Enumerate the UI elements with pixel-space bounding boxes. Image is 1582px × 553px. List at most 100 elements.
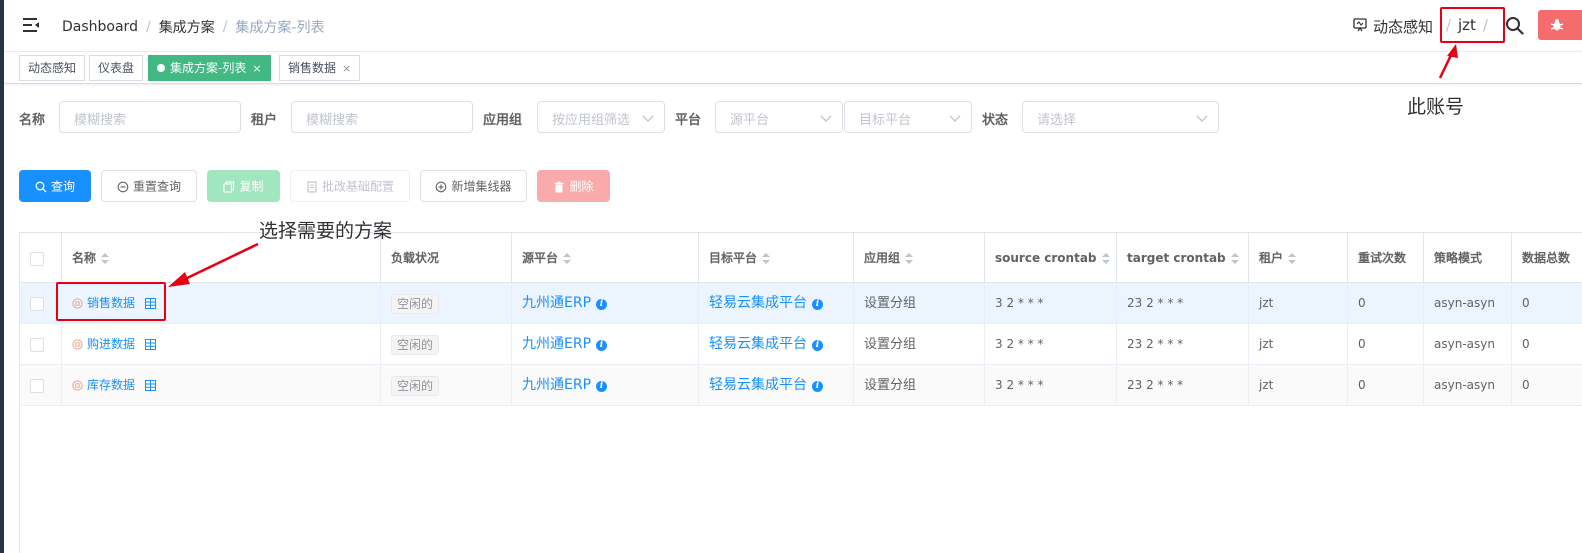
source-platform-link[interactable]: 九州通ERP <box>522 377 591 393</box>
column-title: 租户 <box>1259 251 1284 265</box>
table-row[interactable]: 购进数据 空闲的 九州通ERP i 轻易云集成平台 i 设置分组 3 2 * * *… <box>20 324 1582 365</box>
close-icon[interactable]: × <box>252 62 261 75</box>
column-header-target[interactable]: 目标平台 <box>699 233 854 283</box>
target-cell: 轻易云集成平台 i <box>699 365 854 405</box>
document-icon <box>307 180 317 193</box>
info-icon[interactable]: i <box>596 381 608 392</box>
column-header-tenant[interactable]: 租户 <box>1249 233 1348 283</box>
status-select[interactable]: 请选择 <box>1022 101 1219 133</box>
total-cell: 0 <box>1512 324 1582 364</box>
table-row[interactable]: 库存数据 空闲的 九州通ERP i 轻易云集成平台 i 设置分组 3 2 * * *… <box>20 365 1582 406</box>
retries-cell: 0 <box>1348 365 1424 405</box>
status-badge: 空闲的 <box>391 375 440 396</box>
sort-icon[interactable] <box>1230 252 1239 265</box>
scheme-name-link[interactable]: 购进数据 <box>87 337 135 351</box>
tag-integration-list[interactable]: 集成方案-列表 × <box>148 55 271 81</box>
target-cell: 轻易云集成平台 i <box>699 324 854 364</box>
copy-button[interactable]: 复制 <box>207 170 280 202</box>
bug-report-button[interactable] <box>1538 10 1582 40</box>
monitor-icon <box>1353 18 1367 32</box>
annotation-this-account: 此账号 <box>1407 96 1465 118</box>
sort-icon[interactable] <box>905 252 914 265</box>
source-platform-select[interactable]: 源平台 <box>715 101 843 133</box>
breadcrumb-integration[interactable]: 集成方案 <box>159 17 215 37</box>
source-platform-link[interactable]: 九州通ERP <box>522 295 591 311</box>
search-icon[interactable] <box>1505 16 1524 35</box>
row-checkbox[interactable] <box>30 337 44 352</box>
row-select-cell <box>20 324 62 364</box>
tag-dynamic-awareness[interactable]: 动态感知 <box>19 55 86 81</box>
set-group-link[interactable]: 设置分组 <box>864 296 916 311</box>
retries-cell: 0 <box>1348 283 1424 323</box>
column-header-target-crontab[interactable]: target crontab <box>1117 233 1249 283</box>
tenant-search-input[interactable]: 模糊搜索 <box>291 101 473 133</box>
set-group-link[interactable]: 设置分组 <box>864 337 916 352</box>
info-icon[interactable]: i <box>812 299 823 310</box>
minus-circle-icon <box>117 181 129 192</box>
info-icon[interactable]: i <box>596 340 608 351</box>
column-header-source[interactable]: 源平台 <box>512 233 699 283</box>
appgroup-select[interactable]: 按应用组筛选 <box>537 101 665 133</box>
tag-sales-data[interactable]: 销售数据 × <box>279 55 361 81</box>
chevron-down-icon <box>1196 115 1208 122</box>
query-button[interactable]: 查询 <box>19 170 91 202</box>
info-icon[interactable]: i <box>812 340 823 351</box>
placeholder: 按应用组筛选 <box>552 113 631 128</box>
sort-icon[interactable] <box>563 252 572 265</box>
placeholder: 模糊搜索 <box>306 113 359 128</box>
name-cell: 库存数据 <box>62 365 381 405</box>
column-header-appgroup[interactable]: 应用组 <box>854 233 985 283</box>
name-cell: 购进数据 <box>62 324 381 364</box>
batch-edit-button[interactable]: 批改基础配置 <box>290 170 410 202</box>
info-icon[interactable]: i <box>812 381 823 392</box>
close-icon[interactable]: × <box>342 62 351 75</box>
column-title: 负载状况 <box>391 251 440 265</box>
plus-circle-icon <box>436 181 447 192</box>
stopped-status-icon <box>72 339 83 350</box>
source-cron-cell: 3 2 * * * <box>985 365 1117 405</box>
annotation-select-scheme: 选择需要的方案 <box>259 220 393 242</box>
scheme-name-link[interactable]: 库存数据 <box>87 378 135 392</box>
row-checkbox[interactable] <box>30 296 44 311</box>
breadcrumb-dashboard[interactable]: Dashboard <box>62 19 138 35</box>
source-cell: 九州通ERP i <box>512 324 699 364</box>
chevron-down-icon <box>949 115 961 122</box>
delete-button[interactable]: 删除 <box>537 170 610 202</box>
select-all-checkbox[interactable] <box>30 251 44 266</box>
target-platform-select[interactable]: 目标平台 <box>844 101 972 133</box>
bug-icon <box>1550 19 1564 31</box>
tenant-cell: jzt <box>1249 365 1348 405</box>
integration-table: 名称 负载状况 源平台 目标平台 应用组 source crontab targ… <box>19 232 1582 553</box>
target-platform-link[interactable]: 轻易云集成平台 <box>709 336 807 352</box>
column-title: target crontab <box>1127 251 1226 265</box>
table-row[interactable]: 销售数据 空闲的 九州通ERP i 轻易云集成平台 i 设置分组 3 2 * * *… <box>20 283 1582 324</box>
sort-icon[interactable] <box>1101 252 1110 265</box>
info-icon[interactable]: i <box>596 299 608 310</box>
reset-query-button[interactable]: 重置查询 <box>101 170 197 202</box>
add-collector-button[interactable]: 新增集线器 <box>420 170 527 202</box>
button-label: 复制 <box>239 179 264 194</box>
target-platform-link[interactable]: 轻易云集成平台 <box>709 377 807 393</box>
sort-icon[interactable] <box>762 252 771 265</box>
hamburger-icon[interactable] <box>22 16 40 34</box>
dynamic-awareness-link[interactable]: 动态感知 <box>1373 16 1433 37</box>
table-grid-icon[interactable] <box>144 380 156 391</box>
sort-icon[interactable] <box>1288 252 1297 265</box>
target-cron-cell: 23 2 * * * <box>1117 324 1249 364</box>
select-all-cell <box>20 233 62 283</box>
row-checkbox[interactable] <box>30 378 44 393</box>
column-header-source-crontab[interactable]: source crontab <box>985 233 1117 283</box>
set-group-link[interactable]: 设置分组 <box>864 378 916 393</box>
target-cron-cell: 23 2 * * * <box>1117 283 1249 323</box>
target-cron-cell: 23 2 * * * <box>1117 365 1249 405</box>
target-platform-link[interactable]: 轻易云集成平台 <box>709 295 807 311</box>
placeholder: 请选择 <box>1037 113 1077 128</box>
source-platform-link[interactable]: 九州通ERP <box>522 336 591 352</box>
filter-status-label: 状态 <box>982 113 1009 128</box>
tag-label: 仪表盘 <box>98 61 135 75</box>
button-label: 删除 <box>569 179 594 194</box>
sort-icon[interactable] <box>101 252 110 265</box>
table-grid-icon[interactable] <box>144 339 156 350</box>
name-search-input[interactable]: 模糊搜索 <box>59 101 241 133</box>
tag-dashboard[interactable]: 仪表盘 <box>89 55 144 81</box>
